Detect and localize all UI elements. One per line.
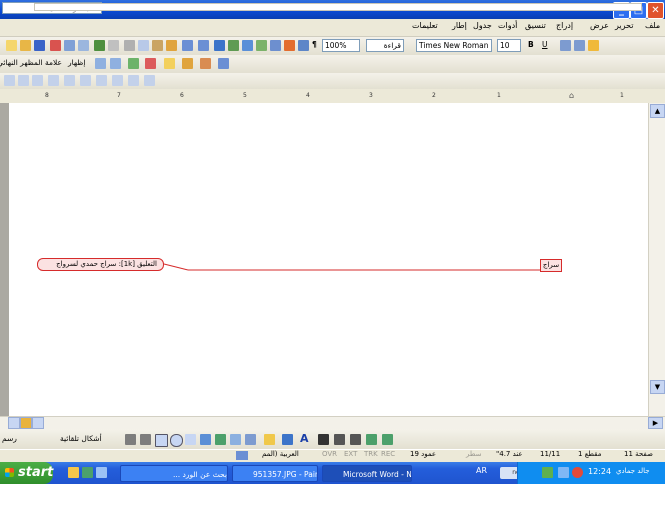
status-pages: 11/11 xyxy=(540,450,561,458)
clipart-icon[interactable] xyxy=(230,434,241,445)
fill-color-icon[interactable] xyxy=(264,434,275,445)
scroll-right-icon[interactable]: ▶ xyxy=(648,417,663,429)
status-at: عند 4.7" xyxy=(496,450,523,458)
scroll-down-icon[interactable]: ▼ xyxy=(650,380,665,394)
language-indicator[interactable]: AR xyxy=(476,466,487,475)
windows-logo-icon xyxy=(5,468,14,477)
tray-icon-1[interactable] xyxy=(542,467,553,478)
spelling-status-icon[interactable] xyxy=(236,451,248,460)
font-color-icon[interactable]: A xyxy=(300,432,309,445)
quicklaunch-icon-1[interactable] xyxy=(68,467,79,478)
shadow-icon[interactable] xyxy=(366,434,377,445)
autoshapes-menu[interactable]: أشكال تلقائية xyxy=(60,434,102,443)
print-layout-icon[interactable] xyxy=(20,417,32,429)
quicklaunch-icon-2[interactable] xyxy=(82,467,93,478)
status-language: العربية (المم xyxy=(262,450,299,458)
vertical-scrollbar[interactable] xyxy=(648,103,665,416)
scroll-up-icon[interactable]: ▲ xyxy=(650,104,665,118)
arrow-icon[interactable] xyxy=(140,434,151,445)
status-page: صفحة 11 xyxy=(624,450,653,458)
rectangle-icon[interactable] xyxy=(155,434,168,447)
status-trk[interactable]: TRK xyxy=(364,450,378,458)
line-color-icon[interactable] xyxy=(282,434,293,445)
normal-view-icon[interactable] xyxy=(8,417,20,429)
tray-alert-icon[interactable] xyxy=(572,467,583,478)
arrow-style-icon[interactable] xyxy=(350,434,361,445)
status-line: سطر xyxy=(466,450,482,458)
outline-view-icon[interactable] xyxy=(32,417,44,429)
status-ovr[interactable]: OVR xyxy=(322,450,337,458)
picture-icon[interactable] xyxy=(245,434,256,445)
status-section: مقطع 1 xyxy=(578,450,602,458)
status-rec[interactable]: REC xyxy=(381,450,395,458)
task-paint[interactable]: 951357.JPG - Paint xyxy=(232,465,318,482)
screen-bottom xyxy=(0,484,665,508)
status-col: عمود 19 xyxy=(410,450,437,458)
tray-icon-2[interactable] xyxy=(558,467,569,478)
textbox-icon[interactable] xyxy=(185,434,196,445)
oval-icon[interactable] xyxy=(170,434,183,447)
task-search[interactable]: بحث عن الورد ... xyxy=(120,465,228,482)
status-ext[interactable]: EXT xyxy=(344,450,357,458)
comment-anchor-text[interactable]: سراج xyxy=(540,259,562,272)
tray-user: جالد جمادي xyxy=(616,467,650,475)
diagram-icon[interactable] xyxy=(215,434,226,445)
line-style-icon[interactable] xyxy=(318,434,329,445)
horizontal-scrollbar[interactable] xyxy=(0,416,665,430)
task-word[interactable]: Microsoft Word - New... xyxy=(322,465,412,482)
clock: 12:24 xyxy=(588,467,612,476)
quicklaunch-icon-3[interactable] xyxy=(96,467,107,478)
dash-style-icon[interactable] xyxy=(334,434,345,445)
line-icon[interactable] xyxy=(125,434,136,445)
3d-icon[interactable] xyxy=(382,434,393,445)
draw-menu[interactable]: رسم xyxy=(2,434,17,443)
comment-balloon[interactable]: التعليق [1k]: سراج حمدي لسرواج xyxy=(37,258,164,271)
wordart-icon[interactable] xyxy=(200,434,211,445)
